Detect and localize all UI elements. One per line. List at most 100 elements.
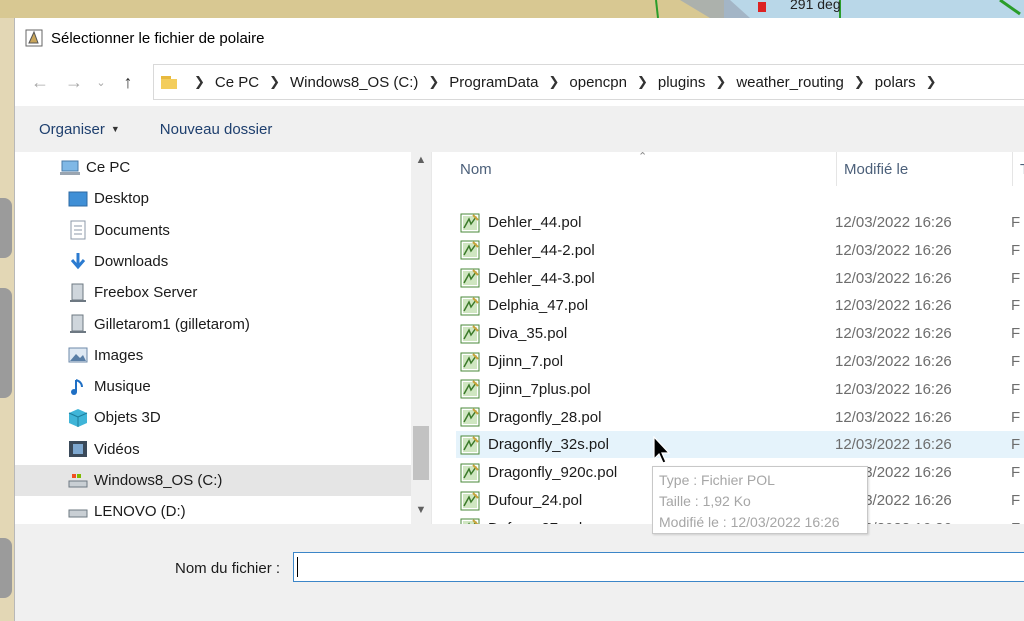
file-type: F — [1011, 353, 1021, 370]
mouse-pointer-icon — [653, 436, 671, 464]
file-modified: 12/03/2022 16:26 — [835, 436, 952, 454]
network-drive-icon — [67, 282, 89, 304]
file-modified: 12/03/2022 16:26 — [835, 269, 952, 287]
nav-item[interactable]: Documents — [15, 215, 411, 246]
music-icon — [67, 376, 89, 398]
downloads-icon — [67, 250, 89, 272]
pol-file-icon — [460, 323, 482, 345]
breadcrumb-chevron-icon[interactable]: ❯ — [194, 74, 205, 90]
breadcrumb-programdata[interactable]: ProgramData — [449, 74, 538, 91]
file-row[interactable]: Djinn_7plus.pol 12/03/2022 16:26 F — [456, 376, 1024, 403]
file-type: F — [1011, 492, 1021, 509]
breadcrumb-chevron-icon[interactable]: ❯ — [715, 74, 726, 90]
file-name: Djinn_7.pol — [488, 353, 564, 370]
back-arrow-icon[interactable]: ← — [23, 65, 57, 99]
nav-item-label: Vidéos — [94, 440, 140, 458]
scroll-up-icon[interactable]: ▲ — [411, 154, 431, 174]
command-bar: Organiser ▼ Nouveau dossier — [15, 106, 1024, 152]
tooltip-modified: Modifié le : 12/03/2022 16:26 — [659, 514, 840, 530]
organize-label: Organiser — [39, 120, 105, 138]
breadcrumb-ce-pc[interactable]: Ce PC — [215, 74, 259, 91]
pol-file-icon — [460, 434, 482, 456]
breadcrumb-chevron-icon[interactable]: ❯ — [269, 74, 280, 90]
breadcrumb-chevron-icon[interactable]: ❯ — [854, 74, 865, 90]
nav-item[interactable]: Freebox Server — [15, 277, 411, 308]
videos-icon — [67, 438, 89, 460]
recent-locations-chevron-icon[interactable]: ⌄ — [91, 65, 111, 99]
forward-arrow-icon[interactable]: → — [57, 65, 91, 99]
file-name: Dehler_44-2.pol — [488, 241, 595, 259]
drive-c-icon — [67, 470, 89, 492]
nav-item[interactable]: Downloads — [15, 246, 411, 277]
breadcrumb-chevron-icon[interactable]: ❯ — [926, 74, 937, 90]
column-header-modified[interactable]: Modifié le — [844, 161, 908, 178]
file-modified: 12/03/2022 16:26 — [835, 325, 952, 343]
organize-button[interactable]: Organiser ▼ — [39, 121, 120, 138]
new-folder-button[interactable]: Nouveau dossier — [160, 121, 273, 138]
tooltip-type: Type : Fichier POL — [659, 472, 775, 488]
chart-left-edge — [0, 18, 14, 621]
network-drive-icon — [67, 313, 89, 335]
pol-file-icon — [460, 267, 482, 289]
nav-item[interactable]: Musique — [15, 371, 411, 402]
nav-item-label: LENOVO (D:) — [94, 503, 186, 521]
column-header-name[interactable]: Nom — [460, 161, 492, 178]
nav-item[interactable]: Ce PC — [15, 152, 411, 183]
nav-item[interactable]: Gilletarom1 (gilletarom) — [15, 309, 411, 340]
dialog-title: Sélectionner le fichier de polaire — [51, 29, 265, 47]
nav-item[interactable]: LENOVO (D:) — [15, 496, 411, 524]
file-type: F — [1011, 464, 1021, 482]
navigation-scrollbar[interactable]: ▲ ▼ — [411, 152, 431, 524]
pol-file-icon — [460, 212, 482, 234]
nav-item[interactable]: Images — [15, 340, 411, 371]
pol-file-icon — [460, 239, 482, 261]
nav-item[interactable]: Windows8_OS (C:) — [15, 465, 411, 496]
address-bar[interactable]: ❯ Ce PC ❯ Windows8_OS (C:) ❯ ProgramData… — [153, 64, 1024, 100]
file-row[interactable]: Dehler_44-2.pol 12/03/2022 16:26 F — [456, 237, 1024, 264]
filename-label: Nom du fichier : — [175, 560, 281, 577]
breadcrumb-chevron-icon[interactable]: ❯ — [428, 74, 439, 90]
breadcrumb-windows8-os[interactable]: Windows8_OS (C:) — [290, 74, 418, 91]
nav-item-label: Gilletarom1 (gilletarom) — [94, 315, 250, 333]
column-header-type[interactable]: T — [1020, 161, 1024, 178]
pol-file-icon — [460, 490, 482, 512]
nav-item-label: Freebox Server — [94, 284, 198, 302]
breadcrumb-chevron-icon[interactable]: ❯ — [637, 74, 648, 90]
scrollbar-thumb[interactable] — [413, 426, 429, 480]
file-row[interactable]: Dehler_44.pol 12/03/2022 16:26 F — [456, 209, 1024, 236]
chart-landmass — [0, 288, 12, 398]
breadcrumb-polars[interactable]: polars — [875, 74, 916, 91]
up-arrow-icon[interactable]: ↑ — [111, 65, 145, 99]
file-type: F — [1011, 214, 1021, 231]
file-row[interactable]: Delphia_47.pol 12/03/2022 16:26 F — [456, 292, 1024, 319]
breadcrumb-chevron-icon[interactable]: ❯ — [548, 74, 559, 90]
breadcrumb-plugins[interactable]: plugins — [658, 74, 706, 91]
scroll-down-icon[interactable]: ▼ — [411, 504, 431, 524]
pol-file-icon — [460, 351, 482, 373]
breadcrumb-opencpn[interactable]: opencpn — [569, 74, 627, 91]
file-row[interactable]: Dragonfly_32s.pol 12/03/2022 16:26 F — [456, 431, 1024, 459]
nav-item[interactable]: Vidéos — [15, 434, 411, 465]
file-modified: 12/03/2022 16:26 — [835, 241, 952, 259]
column-divider[interactable] — [836, 152, 837, 186]
file-row[interactable]: Diva_35.pol 12/03/2022 16:26 F — [456, 320, 1024, 347]
file-info-tooltip: Type : Fichier POL Taille : 1,92 Ko Modi… — [652, 466, 868, 534]
file-row[interactable]: Dehler_44-3.pol 12/03/2022 16:26 F — [456, 265, 1024, 292]
tooltip-size: Taille : 1,92 Ko — [659, 493, 751, 509]
file-name: Djinn_7plus.pol — [488, 380, 591, 398]
file-name: Delphia_47.pol — [488, 297, 589, 315]
nav-item[interactable]: Objets 3D — [15, 402, 411, 433]
file-type: F — [1011, 297, 1021, 315]
title-bar: Sélectionner le fichier de polaire — [15, 18, 1024, 58]
nav-item[interactable]: Desktop — [15, 183, 411, 214]
breadcrumb-weather-routing[interactable]: weather_routing — [736, 74, 844, 91]
images-icon — [67, 344, 89, 366]
objects3d-icon — [67, 407, 89, 429]
filename-input[interactable] — [293, 552, 1024, 582]
file-row[interactable]: Djinn_7.pol 12/03/2022 16:26 F — [456, 348, 1024, 375]
pol-file-icon — [460, 406, 482, 428]
nav-item-label: Desktop — [94, 190, 150, 208]
column-divider[interactable] — [1012, 152, 1013, 186]
file-row[interactable]: Dragonfly_28.pol 12/03/2022 16:26 F — [456, 404, 1024, 431]
file-modified: 12/03/2022 16:26 — [835, 297, 952, 315]
